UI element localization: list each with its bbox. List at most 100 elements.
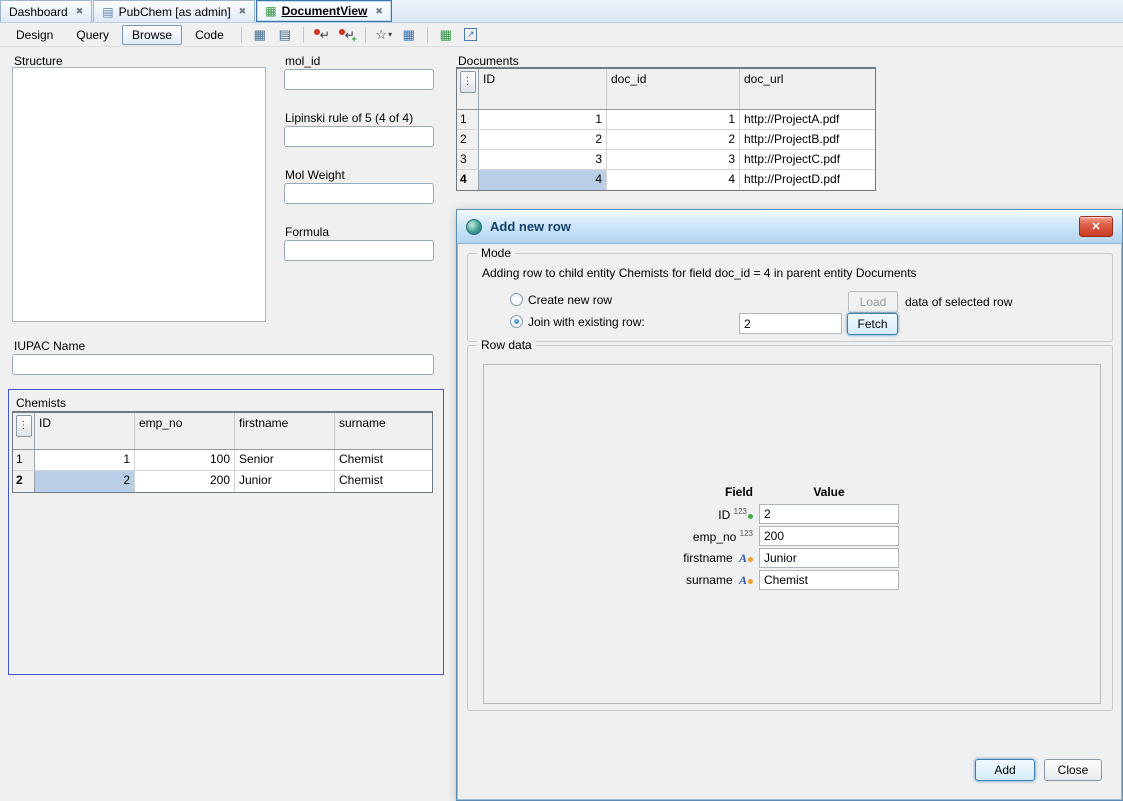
table-row[interactable]: 2 2 2 http://ProjectB.pdf — [457, 130, 875, 150]
documents-grid-header: ⋮ ID doc_id doc_url — [457, 69, 875, 110]
tab-documentview[interactable]: ▦ DocumentView ✖ — [256, 0, 392, 22]
field-name: surname — [686, 573, 733, 587]
cell-surname[interactable]: Chemist — [335, 471, 432, 492]
close-button[interactable]: Close — [1044, 759, 1102, 781]
close-tab-icon[interactable]: ✖ — [76, 6, 84, 17]
goto-parent-record-icon[interactable]: ↵ — [311, 25, 333, 45]
table-row[interactable]: 1 1 1 http://ProjectA.pdf — [457, 110, 875, 130]
browse-mode-button[interactable]: Browse — [122, 25, 182, 45]
primary-key-icon — [748, 514, 753, 519]
formula-label: Formula — [285, 225, 329, 239]
cell-emp-no[interactable]: 200 — [135, 471, 235, 492]
mode-group-title: Mode — [477, 246, 515, 260]
tab-pubchem[interactable]: ▤ PubChem [as admin] ✖ — [93, 0, 255, 22]
grid-search-icon[interactable]: ▦ — [398, 25, 420, 45]
row-header[interactable]: 3 — [457, 150, 479, 169]
field-name: ID — [718, 508, 730, 522]
cell-doc-url[interactable]: http://ProjectB.pdf — [740, 130, 875, 149]
surname-value-input[interactable] — [759, 570, 899, 590]
column-header-emp-no[interactable]: emp_no — [135, 413, 235, 449]
cell-emp-no[interactable]: 100 — [135, 450, 235, 470]
table-row-selected[interactable]: 4 4 4 http://ProjectD.pdf — [457, 170, 875, 190]
text-type-dot-icon — [748, 557, 753, 562]
cell-doc-id[interactable]: 4 — [607, 170, 740, 190]
form-view-icon[interactable]: ▦ — [249, 25, 271, 45]
cell-doc-url[interactable]: http://ProjectD.pdf — [740, 170, 875, 190]
tab-label: Dashboard — [9, 5, 68, 19]
table-row[interactable]: 1 1 100 Senior Chemist — [13, 450, 432, 471]
column-header-doc-id[interactable]: doc_id — [607, 69, 740, 109]
dialog-titlebar[interactable]: Add new row ✕ — [457, 210, 1122, 244]
grid-options-button[interactable]: ⋮ — [460, 71, 476, 93]
join-existing-row-label: Join with existing row: — [528, 315, 645, 329]
query-mode-button[interactable]: Query — [66, 25, 119, 45]
cell-doc-url[interactable]: http://ProjectC.pdf — [740, 150, 875, 169]
column-header-id[interactable]: ID — [479, 69, 607, 109]
cell-id[interactable]: 2 — [35, 471, 135, 492]
cell-id[interactable]: 2 — [479, 130, 607, 149]
cell-doc-url[interactable]: http://ProjectA.pdf — [740, 110, 875, 129]
table-view-icon[interactable]: ▤ — [274, 25, 296, 45]
dialog-close-icon[interactable]: ✕ — [1079, 216, 1113, 237]
row-header[interactable]: 1 — [13, 450, 35, 470]
join-existing-row-radio[interactable] — [510, 315, 523, 328]
cell-surname[interactable]: Chemist — [335, 450, 432, 470]
form-row-firstname: firstname A — [634, 547, 899, 569]
cell-id[interactable]: 1 — [35, 450, 135, 470]
cell-doc-id[interactable]: 1 — [607, 110, 740, 129]
grid-options-button[interactable]: ⋮ — [16, 415, 32, 437]
iupac-name-label: IUPAC Name — [14, 339, 85, 353]
mol-id-label: mol_id — [285, 54, 320, 68]
grid-corner-cell: ⋮ — [13, 413, 35, 449]
field-column-header: Field — [634, 485, 759, 499]
row-header[interactable]: 2 — [13, 471, 35, 492]
lipinski-field[interactable] — [284, 126, 434, 147]
mol-weight-field[interactable] — [284, 183, 434, 204]
cell-id[interactable]: 4 — [479, 170, 607, 190]
iupac-name-field[interactable] — [12, 354, 434, 375]
tab-label: DocumentView — [282, 4, 368, 18]
row-header[interactable]: 1 — [457, 110, 479, 129]
close-tab-icon[interactable]: ✖ — [239, 6, 247, 17]
table-grid-icon: ▦ — [265, 5, 276, 17]
code-mode-button[interactable]: Code — [185, 25, 234, 45]
export-icon[interactable]: ↗ — [460, 25, 482, 45]
emp-no-value-input[interactable] — [759, 526, 899, 546]
chemists-grid: ⋮ ID emp_no firstname surname 1 1 100 Se… — [12, 411, 433, 493]
structure-canvas[interactable] — [12, 67, 266, 322]
row-header[interactable]: 4 — [457, 170, 479, 190]
table-row[interactable]: 3 3 3 http://ProjectC.pdf — [457, 150, 875, 170]
formula-field[interactable] — [284, 240, 434, 261]
cell-firstname[interactable]: Senior — [235, 450, 335, 470]
favorites-icon[interactable]: ☆▾ — [373, 25, 395, 45]
column-header-surname[interactable]: surname — [335, 413, 432, 449]
structure-label: Structure — [14, 54, 63, 68]
field-label-id: ID 123 — [634, 507, 759, 522]
table-row-selected[interactable]: 2 2 200 Junior Chemist — [13, 471, 432, 492]
close-tab-icon[interactable]: ✖ — [375, 6, 383, 17]
tab-dashboard[interactable]: Dashboard ✖ — [0, 0, 92, 22]
integer-type-icon: 123 — [734, 507, 747, 516]
mol-id-field[interactable] — [284, 69, 434, 90]
row-header[interactable]: 2 — [457, 130, 479, 149]
layout-icon[interactable]: ▦ — [435, 25, 457, 45]
cell-id[interactable]: 1 — [479, 110, 607, 129]
add-child-record-icon[interactable]: ↵+ — [336, 25, 358, 45]
firstname-value-input[interactable] — [759, 548, 899, 568]
add-button[interactable]: Add — [975, 759, 1035, 781]
join-row-id-input[interactable] — [739, 313, 842, 334]
cell-doc-id[interactable]: 3 — [607, 150, 740, 169]
cell-firstname[interactable]: Junior — [235, 471, 335, 492]
load-button[interactable]: Load — [848, 291, 898, 313]
id-value-input[interactable] — [759, 504, 899, 524]
create-new-row-radio[interactable] — [510, 293, 523, 306]
grid-corner-cell: ⋮ — [457, 69, 479, 109]
cell-doc-id[interactable]: 2 — [607, 130, 740, 149]
cell-id[interactable]: 3 — [479, 150, 607, 169]
column-header-doc-url[interactable]: doc_url — [740, 69, 875, 109]
column-header-firstname[interactable]: firstname — [235, 413, 335, 449]
column-header-id[interactable]: ID — [35, 413, 135, 449]
form-row-surname: surname A — [634, 569, 899, 591]
fetch-button[interactable]: Fetch — [847, 313, 898, 335]
design-mode-button[interactable]: Design — [6, 25, 63, 45]
